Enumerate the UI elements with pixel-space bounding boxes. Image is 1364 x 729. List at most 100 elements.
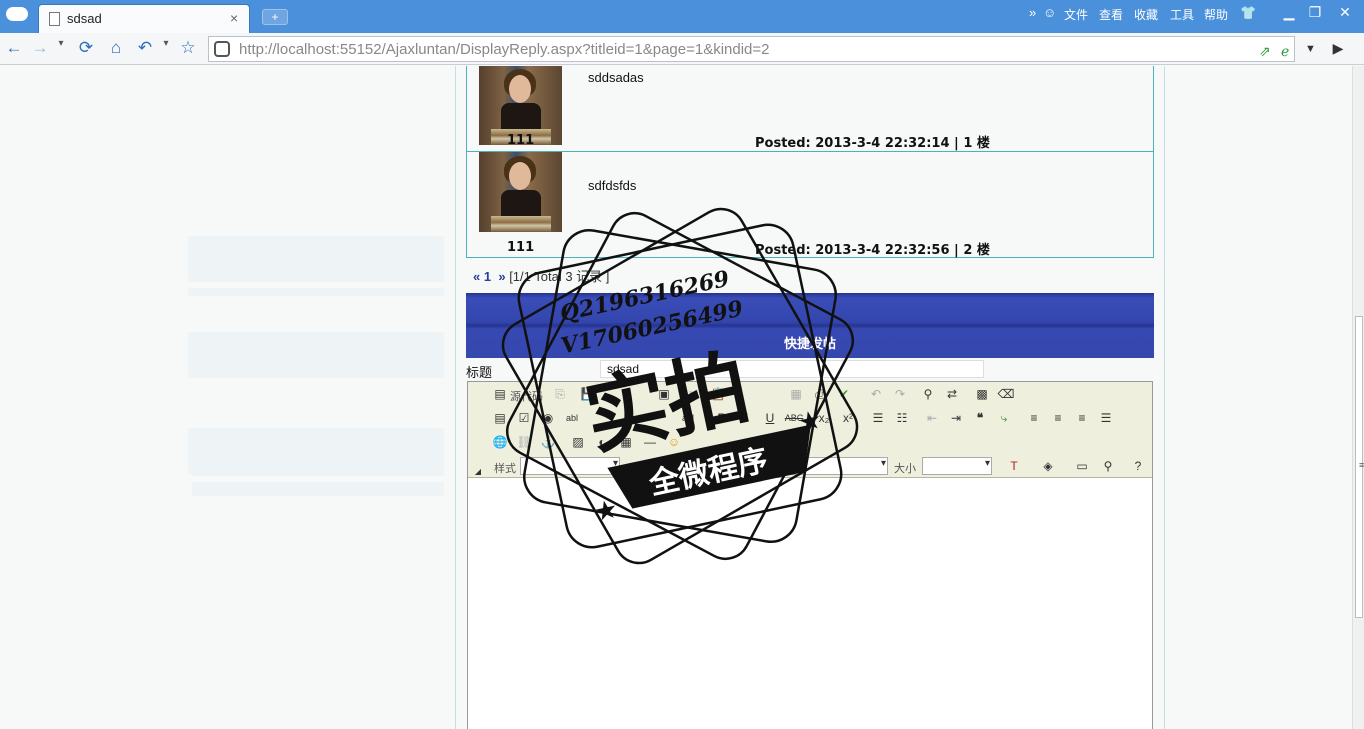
form-icon[interactable]: ▤: [490, 408, 510, 428]
rich-text-editor: ▤ 源代码 ⎘ 💾 ▣ ✂ 📋 ▦ ⎙ ✔ ↶ ↷ ⚲ ⇄ ▩ ⌫ ▤ ☑ ◉ …: [467, 381, 1153, 729]
indent-icon[interactable]: ⇥: [946, 408, 966, 428]
undo-close-icon[interactable]: ↶: [134, 38, 156, 58]
cut-icon[interactable]: ✂: [684, 384, 704, 404]
pager-summary: [1/1 Total 3 记录 ]: [509, 269, 610, 284]
go-icon[interactable]: ▶: [1326, 36, 1350, 60]
outdent-icon[interactable]: ⇤: [922, 408, 942, 428]
minimize-button[interactable]: ▁: [1276, 3, 1302, 23]
strike-icon[interactable]: ABC: [784, 408, 804, 428]
font-select[interactable]: [788, 457, 888, 475]
menu-file[interactable]: 文件: [1064, 6, 1088, 23]
back-icon[interactable]: ←: [3, 38, 25, 58]
menu-help[interactable]: 帮助: [1204, 6, 1228, 23]
align-left-icon[interactable]: ≡: [1024, 408, 1044, 428]
page-scrollbar[interactable]: ≡: [1352, 66, 1364, 729]
quick-post-header: 快捷发帖: [466, 293, 1154, 358]
url-dropdown-icon[interactable]: ▼: [1305, 43, 1316, 55]
address-bar[interactable]: http://localhost:55152/Ajaxluntan/Displa…: [208, 36, 1316, 62]
tab-close-button[interactable]: ×: [230, 10, 238, 26]
replace-icon[interactable]: ⇄: [942, 384, 962, 404]
url-path: :55152/Ajaxluntan/DisplayReply.aspx?titl…: [335, 41, 770, 58]
underline-icon[interactable]: U: [760, 408, 780, 428]
pager-page-link[interactable]: 1: [484, 269, 491, 284]
sidebar-block: [188, 332, 444, 378]
div-icon[interactable]: ⤷: [994, 408, 1014, 428]
italic-icon[interactable]: I: [736, 408, 756, 428]
scrollbar-thumb[interactable]: ≡: [1355, 316, 1364, 618]
checkbox-icon[interactable]: ☑: [514, 408, 534, 428]
address-url[interactable]: http://localhost:55152/Ajaxluntan/Displa…: [239, 41, 770, 58]
bg-color-icon[interactable]: ◈: [1038, 456, 1058, 476]
reply-user[interactable]: 111: [507, 133, 534, 148]
text-color-icon[interactable]: T: [1004, 456, 1024, 476]
anchor-icon[interactable]: ⚓: [538, 432, 558, 452]
blockquote-icon[interactable]: ❝: [970, 408, 990, 428]
tab-active[interactable]: sdsad ×: [38, 4, 250, 33]
forward-icon[interactable]: →: [29, 38, 51, 58]
pager-prev-link[interactable]: «: [473, 269, 480, 284]
avatar: [479, 152, 562, 232]
maximize-icon[interactable]: ▭: [1072, 456, 1092, 476]
print-icon[interactable]: ⎙: [810, 384, 830, 404]
find-icon[interactable]: ⚲: [918, 384, 938, 404]
size-select[interactable]: [922, 457, 992, 475]
save-icon[interactable]: 💾: [578, 384, 598, 404]
paste-word-icon[interactable]: ▦: [786, 384, 806, 404]
button-field-icon[interactable]: abl: [678, 408, 698, 428]
flash-icon[interactable]: ◐: [592, 432, 612, 452]
unlink-icon[interactable]: ⛓: [514, 432, 534, 452]
redo-icon[interactable]: ↷: [890, 384, 910, 404]
about-icon[interactable]: ?: [1128, 456, 1148, 476]
textfield-icon[interactable]: abl: [562, 408, 582, 428]
refresh-icon[interactable]: ⟳: [75, 38, 97, 58]
new-tab-button[interactable]: +: [262, 9, 288, 25]
history-dropdown-icon[interactable]: ▾: [50, 38, 72, 49]
ordered-list-icon[interactable]: ☰: [868, 408, 888, 428]
source-button-label[interactable]: 源代码: [510, 388, 543, 404]
menu-favorites[interactable]: 收藏: [1134, 6, 1158, 23]
share-icon[interactable]: ⇗: [1259, 43, 1271, 60]
restore-button[interactable]: ❐: [1302, 3, 1328, 23]
align-center-icon[interactable]: ≡: [1048, 408, 1068, 428]
bold-icon[interactable]: B: [712, 408, 732, 428]
style-select[interactable]: [520, 457, 620, 475]
skin-icon[interactable]: 👕: [1240, 5, 1256, 21]
select-all-icon[interactable]: ▩: [972, 384, 992, 404]
home-icon[interactable]: ⌂: [105, 38, 127, 58]
chevron-double-right-icon[interactable]: »: [1029, 5, 1036, 20]
source-icon[interactable]: ▤: [490, 384, 510, 404]
spellcheck-icon[interactable]: ✔: [834, 384, 854, 404]
radio-icon[interactable]: ◉: [538, 408, 558, 428]
undo-dropdown-icon[interactable]: ▾: [155, 38, 177, 49]
new-page-icon[interactable]: ▣: [654, 384, 674, 404]
align-right-icon[interactable]: ≡: [1072, 408, 1092, 428]
paste-icon[interactable]: 📋: [708, 384, 728, 404]
user-icon[interactable]: ☺: [1043, 5, 1056, 20]
sidebar-block: [192, 462, 444, 476]
reply-user[interactable]: 111: [507, 240, 534, 255]
justify-icon[interactable]: ☰: [1096, 408, 1116, 428]
smiley-icon[interactable]: ☺: [664, 432, 684, 452]
browser-navbar: ← → ▾ ⟳ ⌂ ↶ ▾ ☆ http://localhost:55152/A…: [0, 33, 1364, 65]
title-input[interactable]: sdsad: [600, 360, 984, 378]
favorite-star-icon[interactable]: ☆: [177, 38, 199, 58]
preview-icon[interactable]: ⚲: [1098, 456, 1118, 476]
remove-format-icon[interactable]: ⌫: [996, 384, 1016, 404]
subscript-icon[interactable]: x₂: [814, 408, 834, 428]
superscript-icon[interactable]: x²: [838, 408, 858, 428]
menu-tools[interactable]: 工具: [1170, 6, 1194, 23]
menu-view[interactable]: 查看: [1099, 6, 1123, 23]
hr-icon[interactable]: —: [640, 432, 660, 452]
image-icon[interactable]: ▨: [568, 432, 588, 452]
editor-body[interactable]: [468, 479, 1152, 729]
link-icon[interactable]: 🌐: [490, 432, 510, 452]
close-window-button[interactable]: ✕: [1332, 3, 1358, 23]
table-icon[interactable]: ▦: [616, 432, 636, 452]
sidebar-block: [188, 236, 444, 282]
bullet-list-icon[interactable]: ☷: [892, 408, 912, 428]
undo-icon[interactable]: ↶: [866, 384, 886, 404]
copy-icon[interactable]: ⎘: [550, 384, 570, 404]
reply-content: sdfdsfds: [588, 178, 637, 193]
pager-next-link[interactable]: »: [498, 269, 505, 284]
ie-compat-icon[interactable]: ℯ: [1281, 43, 1289, 60]
